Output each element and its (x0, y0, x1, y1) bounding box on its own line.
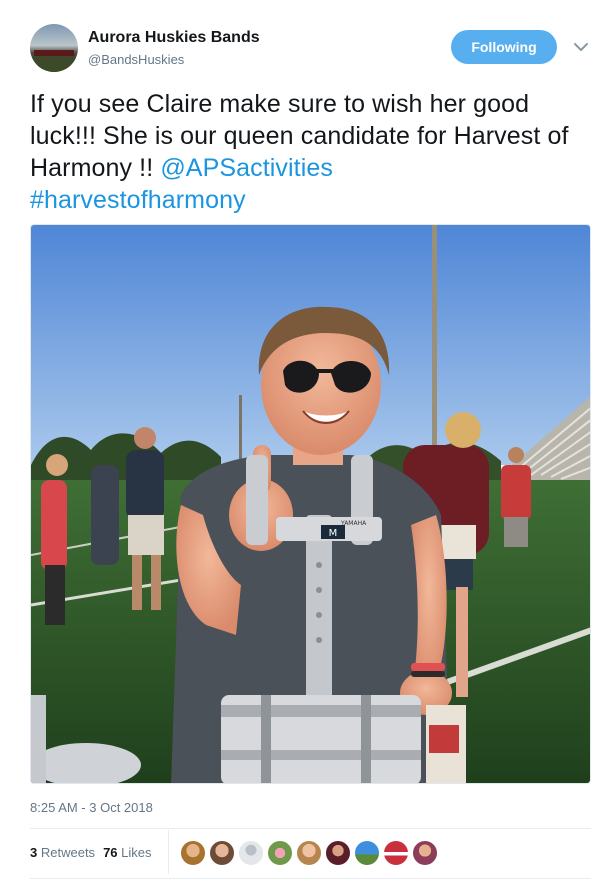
harness-brand-label: YAMAHA (340, 520, 367, 527)
account-name[interactable]: Aurora Huskies Bands (88, 29, 260, 47)
tweet-photo[interactable]: M YAMAHA (30, 224, 591, 784)
tweet-text: If you see Claire make sure to wish her … (30, 88, 595, 216)
likes-label[interactable]: Likes (121, 845, 151, 860)
liker-avatar[interactable] (383, 840, 409, 866)
retweets-count[interactable]: 3 (30, 845, 37, 860)
liker-avatar[interactable] (412, 840, 438, 866)
likes-count[interactable]: 76 (103, 845, 117, 860)
hashtag-link[interactable]: #harvestofharmony (30, 186, 246, 214)
stats-divider-bottom (30, 878, 591, 879)
tweet-stats: 3 Retweets 76 Likes (30, 845, 152, 860)
avatar-stadium-strip (34, 50, 74, 56)
tweet-header: Aurora Huskies Bands @BandsHuskies Follo… (30, 24, 590, 76)
liker-avatar[interactable] (238, 840, 264, 866)
chevron-down-icon[interactable] (572, 38, 590, 56)
harness-tag-label: M (329, 528, 338, 539)
liker-avatar[interactable] (296, 840, 322, 866)
liker-avatar[interactable] (267, 840, 293, 866)
liker-avatar[interactable] (325, 840, 351, 866)
account-handle[interactable]: @BandsHuskies (88, 52, 184, 67)
liker-avatar[interactable] (354, 840, 380, 866)
photo-illustration: M YAMAHA (31, 225, 590, 783)
avatar-field (30, 57, 78, 72)
avatar[interactable] (30, 24, 78, 72)
liker-avatar[interactable] (209, 840, 235, 866)
stats-separator (168, 830, 169, 874)
liker-avatar[interactable] (180, 840, 206, 866)
mention-link[interactable]: @APSactivities (160, 154, 333, 182)
retweets-label[interactable]: Retweets (41, 845, 95, 860)
following-button[interactable]: Following (451, 30, 557, 64)
tweet-timestamp[interactable]: 8:25 AM - 3 Oct 2018 (30, 800, 153, 815)
stats-divider-top (30, 828, 591, 829)
